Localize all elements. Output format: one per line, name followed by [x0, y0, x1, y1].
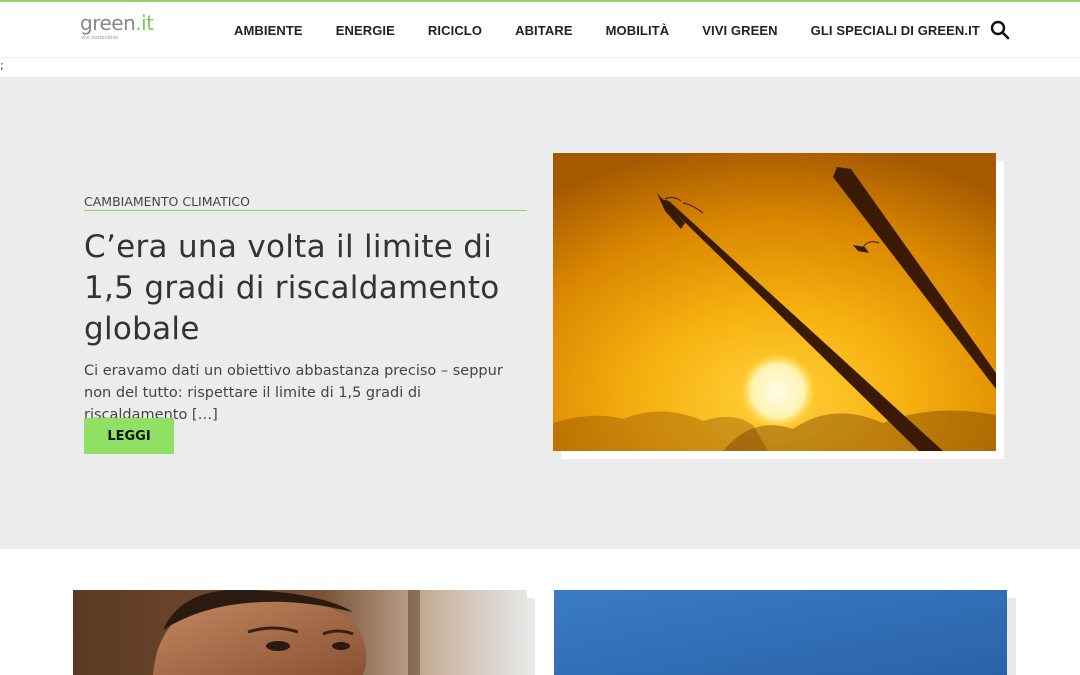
article-excerpt: Ci eravamo dati un obiettivo abbastanza … [84, 363, 503, 423]
nav-item-mobilita[interactable]: MOBILITÀ [606, 23, 670, 38]
stray-text: ; [0, 59, 4, 72]
search-icon[interactable] [990, 20, 1010, 40]
main-navigation: AMBIENTE ENERGIE RICICLO ABITARE MOBILIT… [234, 2, 980, 58]
read-more-button[interactable]: LEGGI [84, 418, 174, 454]
man-portrait-photo[interactable] [73, 590, 527, 675]
nav-item-speciali[interactable]: GLI SPECIALI DI GREEN.IT [811, 23, 980, 38]
article-category-link[interactable]: CAMBIAMENTO CLIMATICO [84, 194, 527, 211]
sunset-with-branches-photo[interactable] [553, 153, 996, 451]
nav-item-ambiente[interactable]: AMBIENTE [234, 23, 303, 38]
nav-item-riciclo[interactable]: RICICLO [428, 23, 482, 38]
blue-sky-photo[interactable] [554, 590, 1007, 675]
site-header: green.it vivi sostenibile AMBIENTE ENERG… [0, 2, 1080, 58]
site-logo[interactable]: green.it vivi sostenibile [80, 11, 154, 42]
logo-wordmark: green.it [80, 11, 154, 35]
nav-item-energie[interactable]: ENERGIE [336, 23, 395, 38]
nav-item-abitare[interactable]: ABITARE [515, 23, 573, 38]
featured-article: CAMBIAMENTO CLIMATICO C’era una volta il… [0, 77, 1080, 549]
article-title[interactable]: C’era una volta il limite di 1,5 gradi d… [84, 227, 534, 350]
nav-item-vivi-green[interactable]: VIVI GREEN [702, 23, 777, 38]
logo-tagline: vivi sostenibile [81, 35, 119, 41]
